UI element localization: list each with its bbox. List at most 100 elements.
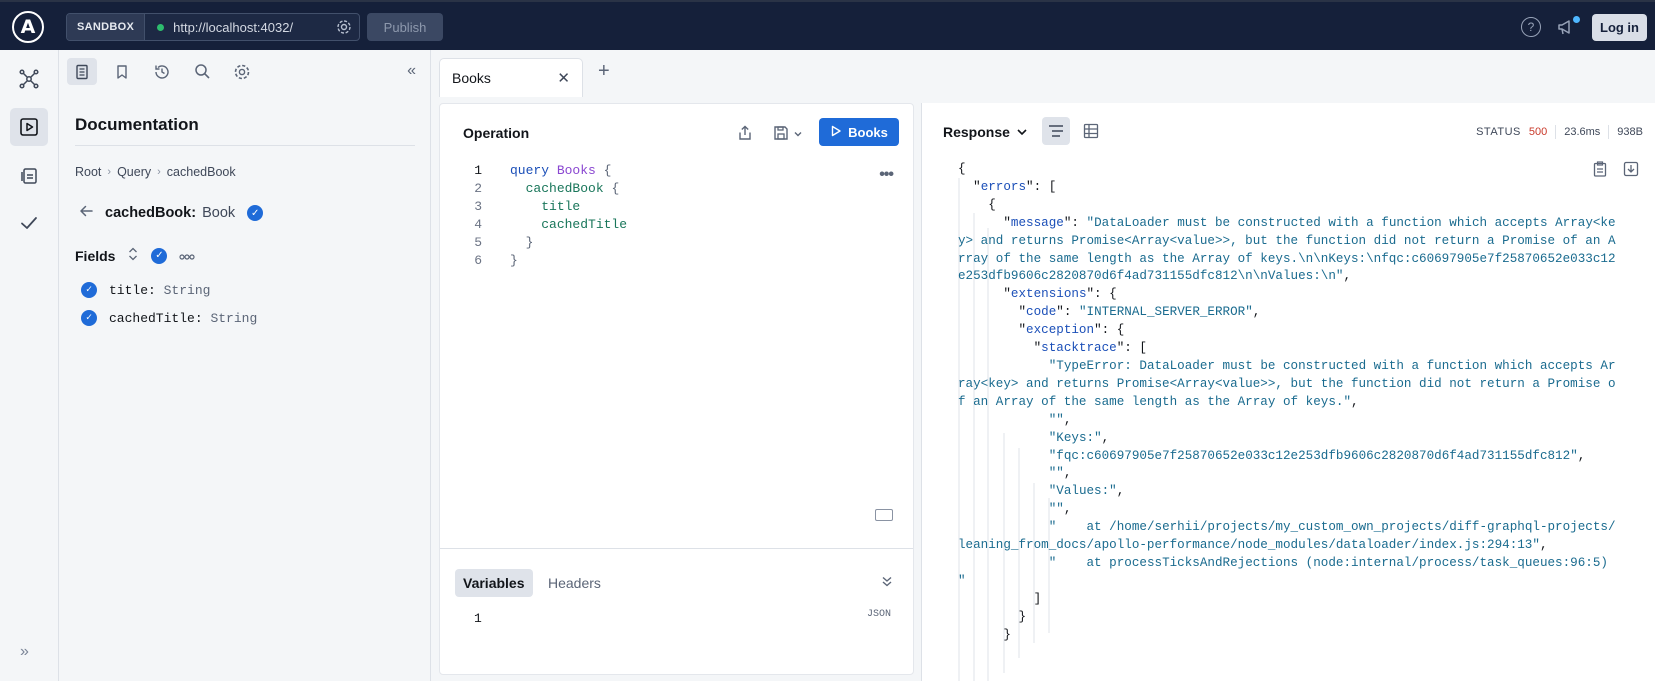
explorer-play-icon[interactable] [10,108,48,146]
documentation-icon[interactable] [67,58,97,85]
line-number: 3 [474,199,482,214]
save-icon[interactable] [773,125,789,144]
sandbox-label: SANDBOX [67,14,146,40]
sort-icon[interactable] [127,247,139,264]
publish-button[interactable]: Publish [367,13,443,41]
chevron-down-icon[interactable] [793,127,803,142]
announcement-megaphone-icon[interactable] [1556,16,1580,38]
docs-toolbar [67,58,257,86]
run-button-label: Books [848,124,888,140]
collapse-docs-icon[interactable]: « [407,62,416,80]
save-dropdown[interactable] [773,125,803,144]
error-code: INTERNAL_SERVER_ERROR [1086,305,1246,320]
fields-label: Fields [75,247,116,264]
checkmark-icon[interactable] [10,204,48,242]
json-line: "message": "DataLoader must be construct… [958,215,1616,284]
connection-settings-gear-icon[interactable] [335,18,353,36]
gear-icon[interactable] [227,58,257,85]
download-icon[interactable] [1623,161,1639,180]
breadcrumb-root[interactable]: Root [75,165,101,179]
checks-clipboard-icon[interactable] [10,156,48,194]
endpoint-bar[interactable]: SANDBOX http://localhost:4032/ [66,13,360,41]
json-label: JSON [866,609,891,620]
history-icon[interactable] [147,58,177,85]
stack-line: TypeError: DataLoader must be constructe… [958,358,1616,409]
json-line: ] [958,591,1042,606]
line-number: 1 [474,163,482,178]
code-operation-name: Books [556,163,596,178]
stack-line: Keys: [1056,430,1095,445]
code-line: 4 cachedTitle [440,216,913,234]
response-viewer[interactable]: { "errors": [ { "message": "DataLoader m… [958,161,1618,644]
line-number: 6 [474,253,482,268]
select-all-fields-check-icon[interactable]: ✓ [151,247,168,264]
top-bar: A SANDBOX http://localhost:4032/ Publish… [0,0,1655,50]
response-status: STATUS 500 23.6ms 938B [1476,125,1643,139]
collapse-variables-icon[interactable] [881,575,893,590]
field-item-type[interactable]: String [210,311,257,326]
tab-label: Books [452,70,491,86]
json-line: "TypeError: DataLoader must be construct… [958,358,1616,409]
json-line: "stacktrace": [ [958,341,1147,356]
endpoint-url-input[interactable]: http://localhost:4032/ [173,20,335,35]
breadcrumb-cachedbook: cachedBook [166,165,236,179]
connection-status-icon [157,23,165,31]
field-type-link[interactable]: Book [202,205,235,221]
field-item-title[interactable]: ✓ title: String [81,282,210,298]
code-brace: { [603,163,612,178]
more-options-icon[interactable] [179,249,196,263]
breadcrumb-separator: › [107,166,112,178]
field-title: cachedBook: Book [105,205,235,221]
run-operation-button[interactable]: Books [819,118,899,146]
bookmark-icon[interactable] [107,58,137,85]
back-arrow-icon[interactable] [79,204,93,222]
line-number: 4 [474,217,482,232]
tab-variables[interactable]: Variables [455,569,533,597]
code-line: 5 } [440,234,913,252]
json-line: } [958,609,1027,624]
variables-section: Variables Headers JSON 1 [440,548,913,676]
field-item-cachedtitle[interactable]: ✓ cachedTitle: String [81,310,257,326]
code-line: 3 title [440,198,913,216]
json-line: "Keys:", [1048,430,1110,445]
left-rail: » [0,50,59,681]
line-number: 5 [474,235,482,250]
json-line: { [958,197,996,212]
breadcrumb-separator: › [157,166,161,178]
add-tab-icon[interactable]: + [598,60,610,83]
tab-books[interactable]: Books ✕ [439,58,583,97]
apollo-logo-icon[interactable]: A [12,11,44,43]
documentation-panel: « Documentation Root › Query › cachedBoo… [59,50,431,681]
schema-graph-icon[interactable] [10,60,48,98]
close-tab-icon[interactable]: ✕ [557,69,570,87]
docs-divider [75,145,415,146]
expand-sidebar-icon[interactable]: » [20,643,29,661]
code-field: cachedTitle [541,217,628,232]
divider [1555,125,1557,139]
field-check-icon[interactable]: ✓ [81,282,97,298]
field-item-type[interactable]: String [164,283,211,298]
help-icon[interactable]: ? [1521,17,1541,37]
search-icon[interactable] [187,58,217,85]
status-label: STATUS [1476,126,1521,138]
breadcrumb-query[interactable]: Query [117,165,151,179]
stack-line: Values: [1056,484,1110,499]
field-selected-check-icon[interactable]: ✓ [247,205,264,221]
json-line: "exception": { [958,323,1125,338]
tab-bar: Books ✕ + [431,50,1655,97]
login-button[interactable]: Log in [1592,14,1647,41]
json-line: } [958,627,1011,642]
json-line: "errors": [ [958,179,1057,194]
keyboard-shortcuts-icon[interactable] [875,509,893,521]
share-icon[interactable] [737,125,753,144]
field-check-icon[interactable]: ✓ [81,310,97,326]
json-line: "code": "INTERNAL_SERVER_ERROR", [958,305,1261,320]
operation-panel: Operation Books ••• 1 query Books { 2 ca… [439,103,914,675]
operation-editor[interactable]: 1 query Books { 2 cachedBook { 3 title 4… [440,162,913,270]
fields-header: Fields ✓ [75,247,196,264]
code-brace: } [510,253,518,268]
divider [1608,125,1610,139]
field-header: cachedBook: Book ✓ [79,204,264,222]
tab-headers[interactable]: Headers [540,569,609,597]
field-item-name: title: [109,282,156,298]
